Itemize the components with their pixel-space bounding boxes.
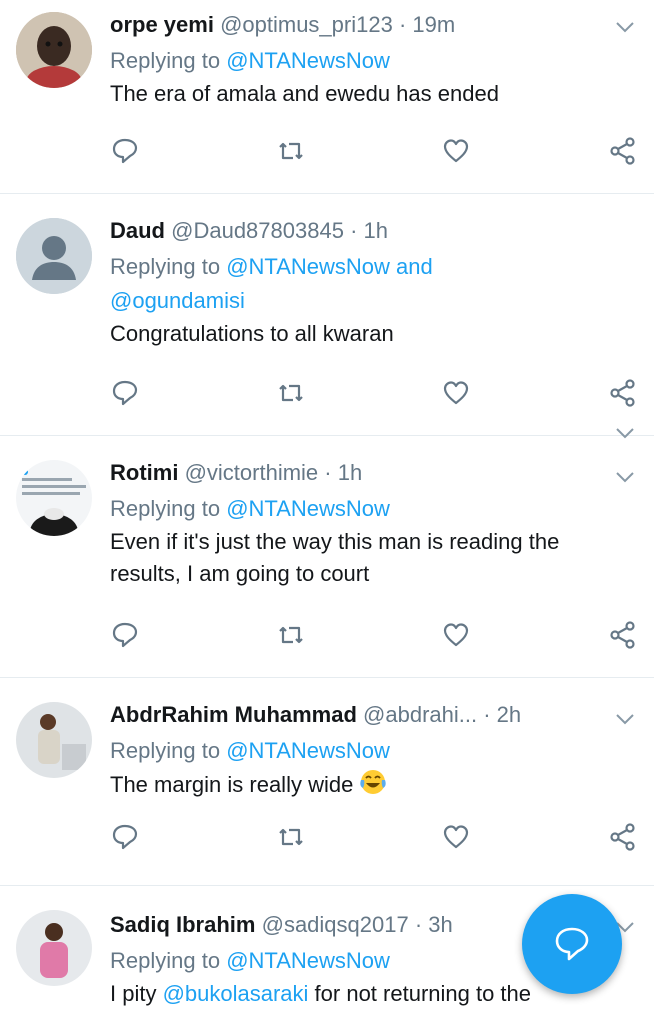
heart-icon[interactable] (441, 136, 471, 166)
mention-link[interactable]: @NTANewsNow (226, 48, 390, 73)
timestamp[interactable]: · 3h (415, 912, 453, 937)
tweet-header: orpe yemi @optimus_pri123 · 19m (110, 10, 634, 40)
display-name[interactable]: orpe yemi (110, 12, 214, 37)
mention-link[interactable]: @NTANewsNow (226, 738, 390, 763)
timestamp[interactable]: · 1h (350, 218, 388, 243)
mention-link[interactable]: @NTANewsNow (226, 496, 390, 521)
display-name[interactable]: Sadiq Ibrahim (110, 912, 255, 937)
replying-to: Replying to @NTANewsNow (110, 734, 634, 768)
share-icon[interactable] (608, 822, 638, 852)
tweet-2[interactable]: Daud @Daud87803845 · 1h Replying to @NTA… (0, 194, 654, 439)
tweet-header: Daud @Daud87803845 · 1h (110, 216, 634, 246)
handle[interactable]: @abdrahi... (363, 702, 477, 727)
replying-prefix: Replying to (110, 496, 227, 521)
tweet-header: Rotimi @victorthimie · 1h (110, 458, 634, 488)
retweet-icon[interactable] (276, 136, 306, 166)
reply-icon[interactable] (110, 822, 140, 852)
replying-prefix: Replying to (110, 948, 227, 973)
replying-to: Replying to @NTANewsNow (110, 44, 634, 78)
display-name[interactable]: Daud (110, 218, 165, 243)
chevron-down-icon[interactable] (614, 16, 636, 38)
avatar[interactable] (16, 702, 92, 778)
chevron-down-icon[interactable] (614, 466, 636, 488)
mention-link[interactable]: @NTANewsNow and (226, 254, 433, 279)
person-photo-avatar-icon (16, 702, 92, 778)
screenshot-avatar-icon (16, 460, 92, 536)
tweet-text: The margin is really wide (110, 768, 634, 801)
tweet-actions (110, 136, 636, 166)
display-name[interactable]: AbdrRahim Muhammad (110, 702, 357, 727)
tweet-4[interactable]: AbdrRahim Muhammad @abdrahi... · 2h Repl… (0, 678, 654, 886)
avatar[interactable] (16, 12, 92, 88)
replying-to: Replying to @NTANewsNow (110, 492, 634, 526)
handle[interactable]: @Daud87803845 (171, 218, 344, 243)
tears-of-joy-icon (360, 770, 387, 794)
tweet-header: AbdrRahim Muhammad @abdrahi... · 2h (110, 700, 634, 730)
reply-icon[interactable] (110, 136, 140, 166)
share-icon[interactable] (608, 136, 638, 166)
avatar[interactable] (16, 910, 92, 986)
tweet-actions (110, 620, 636, 650)
avatar[interactable] (16, 460, 92, 536)
replying-prefix: Replying to (110, 48, 227, 73)
heart-icon[interactable] (441, 378, 471, 408)
reply-icon[interactable] (110, 378, 140, 408)
share-icon[interactable] (608, 620, 638, 650)
replying-to: Replying to @NTANewsNow and @ogundamisi (110, 250, 634, 318)
child-photo-avatar-icon (16, 12, 92, 88)
tweet-text: The era of amala and ewedu has ended (110, 81, 499, 106)
compose-reply-icon (555, 927, 589, 961)
handle[interactable]: @victorthimie (185, 460, 319, 485)
retweet-icon[interactable] (276, 822, 306, 852)
tweet-text-suffix: for not returning to the (308, 981, 532, 1006)
tweet-text-line-1: Even if it's just the way this man is re… (110, 529, 560, 554)
heart-icon[interactable] (441, 620, 471, 650)
timestamp[interactable]: · 1h (324, 460, 362, 485)
handle[interactable]: @optimus_pri123 (220, 12, 393, 37)
timestamp[interactable]: · 2h (483, 702, 521, 727)
tweet-text: Congratulations to all kwaran (110, 321, 394, 346)
tweet-text-content: The margin is really wide (110, 772, 354, 797)
compose-reply-button[interactable] (522, 894, 622, 994)
reply-icon[interactable] (110, 620, 140, 650)
retweet-icon[interactable] (276, 620, 306, 650)
tweet-actions (110, 822, 636, 852)
mention-link[interactable]: @NTANewsNow (226, 948, 390, 973)
mention-link[interactable]: @bukolasaraki (163, 981, 309, 1006)
tweet-text-prefix: I pity (110, 981, 163, 1006)
handle[interactable]: @sadiqsq2017 (262, 912, 409, 937)
default-avatar-icon (16, 218, 92, 294)
display-name[interactable]: Rotimi (110, 460, 178, 485)
retweet-icon[interactable] (276, 378, 306, 408)
person-photo-avatar-icon (16, 910, 92, 986)
tweet-actions (110, 378, 636, 408)
avatar[interactable] (16, 218, 92, 294)
share-icon[interactable] (608, 378, 638, 408)
chevron-down-icon[interactable] (614, 708, 636, 730)
replying-prefix: Replying to (110, 738, 227, 763)
mention-link-2[interactable]: @ogundamisi (110, 288, 245, 313)
tweet-3[interactable]: Rotimi @victorthimie · 1h Replying to @N… (0, 436, 654, 678)
tweet-1[interactable]: orpe yemi @optimus_pri123 · 19m Replying… (0, 0, 654, 194)
heart-icon[interactable] (441, 822, 471, 852)
timestamp[interactable]: · 19m (399, 12, 455, 37)
replying-prefix: Replying to (110, 254, 227, 279)
tweet-text-line-2: results, I am going to court (110, 561, 370, 586)
